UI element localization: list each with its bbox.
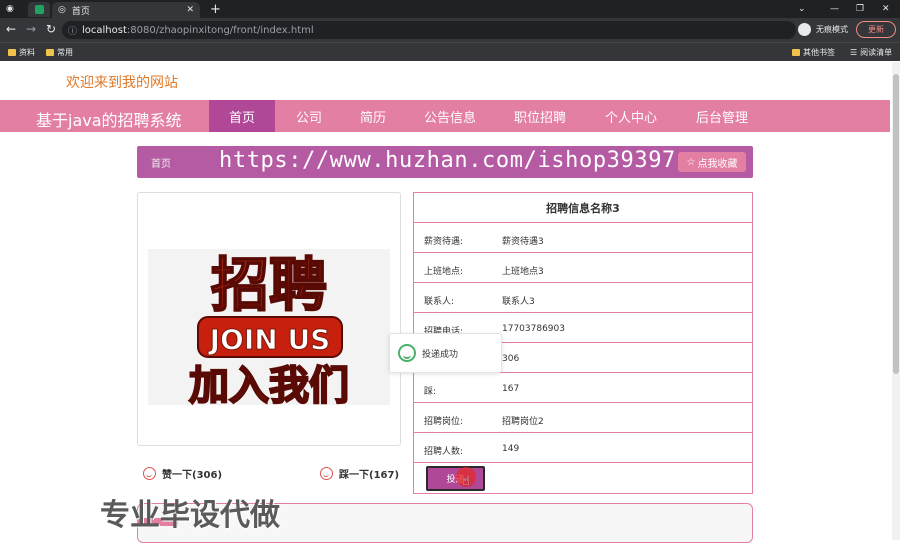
bookmark-folder[interactable]: 常用 [46, 43, 73, 62]
breadcrumb-home[interactable]: 首页 [151, 155, 171, 170]
nav-home[interactable]: 首页 [209, 100, 275, 132]
row-label: 踩: [424, 387, 437, 397]
folder-icon [792, 49, 800, 56]
incognito-icon [798, 23, 811, 36]
url-path: :8080/zhaopinxitong/front/index.html [126, 24, 314, 36]
favorite-label: 点我收藏 [697, 158, 738, 170]
row-label: 联系人: [424, 297, 455, 307]
globe-icon: ◎ [58, 5, 66, 15]
poster-top: 招聘 [211, 251, 327, 319]
watermark-text: 专业毕设代做 [100, 498, 280, 533]
nav-company[interactable]: 公司 [282, 100, 336, 132]
scrollbar-thumb[interactable] [893, 74, 899, 374]
tab-search-icon[interactable]: ⌄ [798, 0, 806, 18]
upvote-label: 赞一下(306) [162, 470, 223, 481]
cursor-hand-icon: ☝ [462, 474, 470, 489]
bookmark-label: 其他书签 [803, 48, 835, 57]
downvote-button[interactable]: 踩一下(167) [320, 466, 399, 481]
folder-icon [46, 49, 54, 56]
address-bar[interactable]: ⓘ localhost:8080/zhaopinxitong/front/ind… [62, 21, 796, 39]
update-button[interactable]: 更新 [856, 21, 896, 38]
reading-list[interactable]: ☰ 阅读清单 [850, 43, 892, 62]
row-value: 薪资待遇3 [502, 237, 544, 247]
bookmark-folder[interactable]: 资料 [8, 43, 35, 62]
row-label: 招聘人数: [424, 447, 464, 457]
reload-icon[interactable]: ↻ [46, 22, 56, 36]
reading-list-icon: ☰ [850, 48, 858, 57]
tab-title: 首页 [71, 6, 90, 17]
row-value: 联系人3 [502, 297, 535, 307]
profile-label[interactable]: 无痕模式 [816, 24, 848, 35]
toast-message: 投递成功 [389, 333, 502, 373]
row-value: 17703786903 [502, 324, 565, 334]
nav-jobs[interactable]: 职位招聘 [504, 100, 576, 132]
row-label: 上班地点: [424, 267, 464, 277]
upvote-button[interactable]: 赞一下(306) [143, 466, 222, 481]
forward-icon[interactable]: → [26, 22, 36, 36]
close-icon[interactable]: ✕ [186, 5, 194, 15]
bookmarks-bar: 资料 常用 其他书签 ☰ 阅读清单 [0, 42, 900, 61]
row-value: 149 [502, 444, 520, 454]
job-image-panel: 招聘 JOIN US 加入我们 [137, 192, 401, 446]
tab-active[interactable]: ◎ 首页 ✕ [52, 2, 200, 18]
table-row: 招聘人数: 149 [414, 432, 752, 462]
bookmark-label: 资料 [19, 48, 35, 57]
toast-text: 投递成功 [422, 349, 459, 360]
row-label: 薪资待遇: [424, 237, 464, 247]
tab-group-icon[interactable] [28, 2, 50, 17]
row-value: 306 [502, 354, 520, 364]
folder-icon [8, 49, 16, 56]
restore-icon[interactable]: ❐ [856, 0, 864, 18]
nav-notice[interactable]: 公告信息 [414, 100, 486, 132]
smile-icon [143, 467, 156, 480]
smile-icon [398, 344, 416, 362]
table-row: 踩: 167 [414, 372, 752, 402]
welcome-text: 欢迎来到我的网站 [66, 75, 178, 91]
chrome-menu-icon[interactable]: ◉ [6, 0, 20, 18]
other-bookmarks[interactable]: 其他书签 [792, 43, 835, 62]
window-close-icon[interactable]: ✕ [882, 0, 890, 18]
back-icon[interactable]: ← [6, 22, 16, 36]
url-host: localhost [82, 24, 127, 36]
minimize-icon[interactable]: — [830, 0, 839, 18]
job-title: 招聘信息名称3 [546, 201, 620, 215]
site-brand: 基于java的招聘系统 [36, 111, 182, 130]
downvote-label: 踩一下(167) [339, 470, 400, 481]
smile-icon [320, 467, 333, 480]
poster-middle: JOIN US [208, 323, 331, 356]
row-value: 招聘岗位2 [502, 417, 544, 427]
bookmark-label: 常用 [57, 48, 73, 57]
new-tab-button[interactable]: + [210, 0, 221, 18]
nav-resume[interactable]: 简历 [346, 100, 400, 132]
star-icon: ☆ [686, 156, 696, 168]
browser-tab-bar: ◉ ◎ 首页 ✕ + ⌄ — ❐ ✕ [0, 0, 900, 18]
poster-bottom: 加入我们 [189, 363, 349, 409]
join-us-poster: 招聘 JOIN US 加入我们 [148, 249, 390, 410]
info-icon[interactable]: ⓘ [68, 24, 77, 37]
table-row: 招聘岗位: 招聘岗位2 [414, 402, 752, 432]
table-row: 薪资待遇: 薪资待遇3 [414, 222, 752, 252]
table-row: 上班地点: 上班地点3 [414, 252, 752, 282]
nav-profile[interactable]: 个人中心 [595, 100, 667, 132]
watermark-url: https://www.huzhan.com/ishop39397 [219, 148, 676, 173]
bookmark-label: 阅读清单 [860, 48, 893, 57]
row-label: 招聘岗位: [424, 417, 464, 427]
page-scrollbar[interactable] [892, 62, 900, 540]
row-value: 上班地点3 [502, 267, 544, 277]
table-row: 联系人: 联系人3 [414, 282, 752, 312]
favorite-button[interactable]: ☆ 点我收藏 [678, 152, 746, 172]
row-value: 167 [502, 384, 520, 394]
nav-admin[interactable]: 后台管理 [686, 100, 758, 132]
